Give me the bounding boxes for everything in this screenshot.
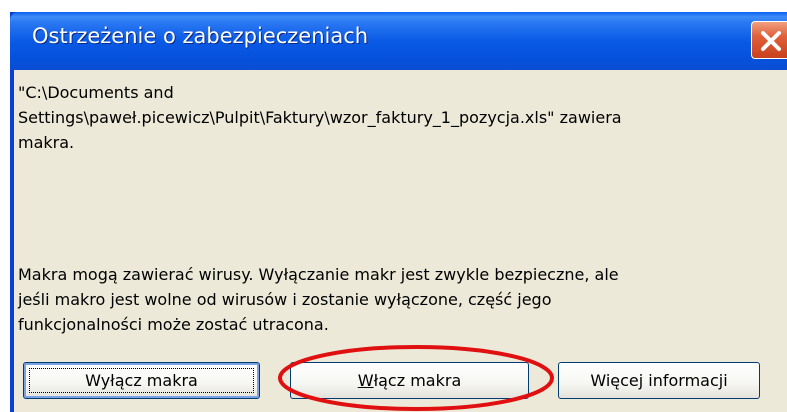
message-line: "C:\Documents and [18, 83, 174, 102]
enable-macros-button[interactable]: Włącz makra [290, 362, 529, 399]
disable-macros-button[interactable]: Wyłącz makra [23, 362, 260, 399]
close-icon [761, 31, 781, 51]
message-line: Makra mogą zawierać wirusy. Wyłączanie m… [18, 265, 619, 284]
macro-warning-message: Makra mogą zawierać wirusy. Wyłączanie m… [18, 262, 773, 337]
title-bar[interactable]: Ostrzeżenie o zabezpieczeniach [10, 12, 787, 70]
button-label: łącz makra [373, 371, 462, 390]
file-path-message: "C:\Documents and Settings\paweł.picewic… [18, 80, 773, 155]
accelerator-key: W [357, 371, 374, 390]
button-label: Więcej informacji [590, 371, 728, 390]
security-warning-dialog: Ostrzeżenie o zabezpieczeniach [10, 12, 787, 412]
message-line: jeśli makro jest wolne od wirusów i zost… [18, 290, 552, 309]
message-line: makra. [18, 133, 75, 152]
message-line: Settings\paweł.picewicz\Pulpit\Faktury\w… [18, 108, 622, 127]
more-info-button[interactable]: Więcej informacji [558, 362, 760, 399]
close-button[interactable] [751, 21, 787, 59]
dialog-title: Ostrzeżenie o zabezpieczeniach [32, 24, 369, 48]
focus-ring [29, 368, 254, 393]
message-line: funkcjonalności może zostać utracona. [18, 315, 329, 334]
